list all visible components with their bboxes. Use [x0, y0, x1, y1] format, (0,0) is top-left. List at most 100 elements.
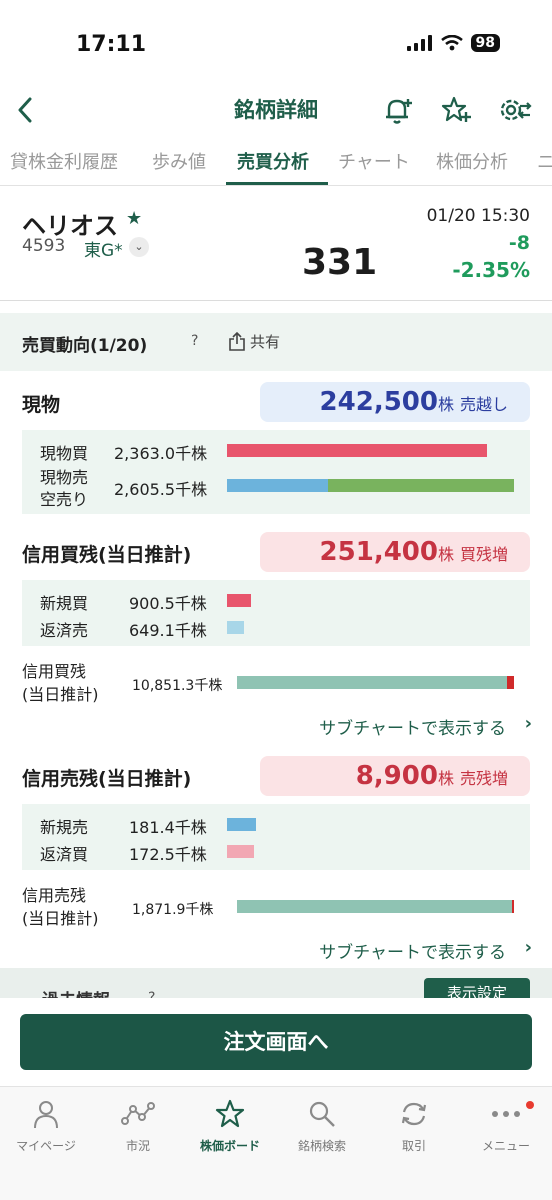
chevron-right-icon[interactable]: › — [525, 713, 532, 734]
menu-icon — [492, 1111, 520, 1117]
new-buy-value: 900.5千株 — [129, 594, 207, 613]
back-button[interactable] — [10, 92, 40, 128]
new-sell-bar — [227, 818, 256, 831]
new-sell-label: 新規売 — [40, 818, 89, 837]
margin-sell-pill: 8,900株 売残増 — [260, 756, 530, 796]
bell-plus-icon — [386, 99, 412, 124]
tab-time-and-sales[interactable]: 歩み値 — [152, 148, 206, 174]
margin-buy-value: 251,400 — [319, 537, 438, 567]
settings-button[interactable] — [496, 92, 532, 128]
margin-buy-subchart-link[interactable]: サブチャートで表示する — [319, 714, 506, 739]
gear-swap-icon — [500, 99, 532, 121]
margin-sell-balance-increase — [512, 900, 514, 913]
star-plus-icon — [441, 96, 471, 122]
new-sell-value: 181.4千株 — [129, 818, 207, 837]
tab-trade[interactable]: 取引 — [368, 1099, 460, 1154]
repay-sell-value: 649.1千株 — [129, 621, 207, 640]
stock-header: ヘリオス ★ 4593 東G* ⌄ 01/20 15:30 331 -8 -2.… — [0, 186, 552, 301]
repay-sell-label: 返済売 — [40, 621, 89, 640]
margin-sell-unit: 株 — [437, 769, 454, 788]
nav-actions — [380, 92, 532, 128]
margin-buy-pill: 251,400株 買残増 — [260, 532, 530, 572]
add-favorite-button[interactable] — [438, 92, 474, 128]
star-icon — [215, 1099, 245, 1128]
stock-code: 4593 — [22, 236, 66, 256]
past-info-header: 過去情報 ? 表示設定 — [0, 968, 552, 1000]
tab-label: メニュー — [481, 1139, 530, 1153]
market-selector[interactable]: 東G* — [84, 236, 123, 261]
trade-trend-header: 売買動向(1/20) ? 共有 — [0, 313, 552, 371]
cash-buy-value: 2,363.0千株 — [114, 444, 208, 463]
cash-net-value: 242,500 — [319, 387, 438, 417]
tab-next-partial[interactable]: ニ — [537, 148, 552, 174]
tab-menu[interactable]: メニュー — [460, 1099, 552, 1154]
nav-header: 銘柄詳細 — [0, 86, 552, 134]
status-bar: 17:11 98 — [0, 0, 552, 86]
battery-indicator: 98 — [470, 34, 500, 52]
tab-label: 株価ボード — [199, 1139, 260, 1153]
cash-sell-label: 現物売 — [40, 468, 89, 487]
margin-buy-balance-bar — [237, 676, 507, 689]
margin-sell-balance-label: 信用売残 — [22, 886, 87, 905]
new-buy-bar — [227, 594, 251, 607]
market-icon — [121, 1102, 155, 1125]
status-time: 17:11 — [76, 32, 147, 57]
repay-buy-value: 172.5千株 — [129, 845, 207, 864]
margin-sell-subchart-link[interactable]: サブチャートで表示する — [319, 938, 506, 963]
add-alert-button[interactable] — [380, 92, 416, 128]
tab-market[interactable]: 市況 — [92, 1099, 184, 1154]
display-settings-button[interactable]: 表示設定 — [424, 978, 530, 1000]
section-title: 売買動向(1/20) — [22, 336, 148, 356]
person-icon — [34, 1101, 58, 1129]
chevron-left-icon — [18, 97, 32, 123]
order-screen-button[interactable]: 注文画面へ — [20, 1014, 532, 1070]
tab-stock-board[interactable]: 株価ボード — [184, 1099, 276, 1154]
tab-stock-search[interactable]: 銘柄検索 — [276, 1099, 368, 1154]
tab-label: 市況 — [125, 1139, 150, 1153]
margin-buy-panel: 新規買 900.5千株 返済売 649.1千株 — [22, 580, 530, 646]
tab-lending-rate-history[interactable]: 貸株金利履歴 — [10, 148, 118, 174]
tab-label: 取引 — [401, 1139, 426, 1153]
favorite-star-icon[interactable]: ★ — [126, 208, 142, 229]
quote-datetime: 01/20 15:30 — [426, 206, 530, 226]
repay-buy-bar — [227, 845, 254, 858]
stock-price: 331 — [302, 242, 378, 283]
cash-sell-bar — [227, 479, 328, 492]
search-icon — [309, 1101, 335, 1127]
share-icon — [229, 331, 245, 351]
help-button[interactable]: ? — [191, 333, 198, 349]
tab-my-page[interactable]: マイページ — [0, 1099, 92, 1154]
price-change: -8 — [508, 232, 530, 254]
share-button[interactable]: 共有 — [228, 331, 280, 352]
short-sell-label: 空売り — [40, 490, 89, 509]
cash-net-pill: 242,500株 売越し — [260, 382, 530, 422]
margin-buy-balance-increase — [507, 676, 514, 689]
margin-buy-balance-label: 信用買残 — [22, 662, 87, 681]
signal-icon — [406, 35, 432, 51]
notification-dot — [526, 1101, 534, 1109]
margin-buy-status: 買残増 — [459, 545, 508, 564]
margin-sell-panel: 新規売 181.4千株 返済買 172.5千株 — [22, 804, 530, 870]
new-buy-label: 新規買 — [40, 594, 89, 613]
short-sell-bar — [328, 479, 514, 492]
chevron-down-icon[interactable]: ⌄ — [129, 237, 149, 257]
cash-net-status: 売越し — [459, 395, 508, 414]
margin-sell-balance-value: 1,871.9千株 — [132, 902, 214, 918]
chevron-right-icon[interactable]: › — [525, 937, 532, 958]
cash-sell-value: 2,605.5千株 — [114, 480, 208, 499]
cash-title: 現物 — [22, 394, 61, 416]
price-change-percent: -2.35% — [452, 258, 530, 282]
tab-trade-analysis[interactable]: 売買分析 — [237, 148, 309, 174]
share-label: 共有 — [250, 333, 281, 351]
tab-bar-top: 貸株金利履歴 歩み値 売買分析 チャート 株価分析 ニ — [0, 140, 552, 186]
order-area: 注文画面へ — [0, 998, 552, 1086]
tab-label: マイページ — [16, 1139, 76, 1153]
trade-icon — [401, 1102, 427, 1126]
margin-buy-unit: 株 — [437, 545, 454, 564]
bottom-tab-bar: マイページ 市況 株価ボード 銘柄検索 取引 メニュー — [0, 1086, 552, 1200]
margin-buy-title: 信用買残(当日推計) — [22, 544, 192, 566]
tab-chart[interactable]: チャート — [338, 148, 410, 174]
tab-price-analysis[interactable]: 株価分析 — [436, 148, 508, 174]
cash-net-unit: 株 — [437, 395, 454, 414]
cash-buy-label: 現物買 — [40, 444, 89, 463]
